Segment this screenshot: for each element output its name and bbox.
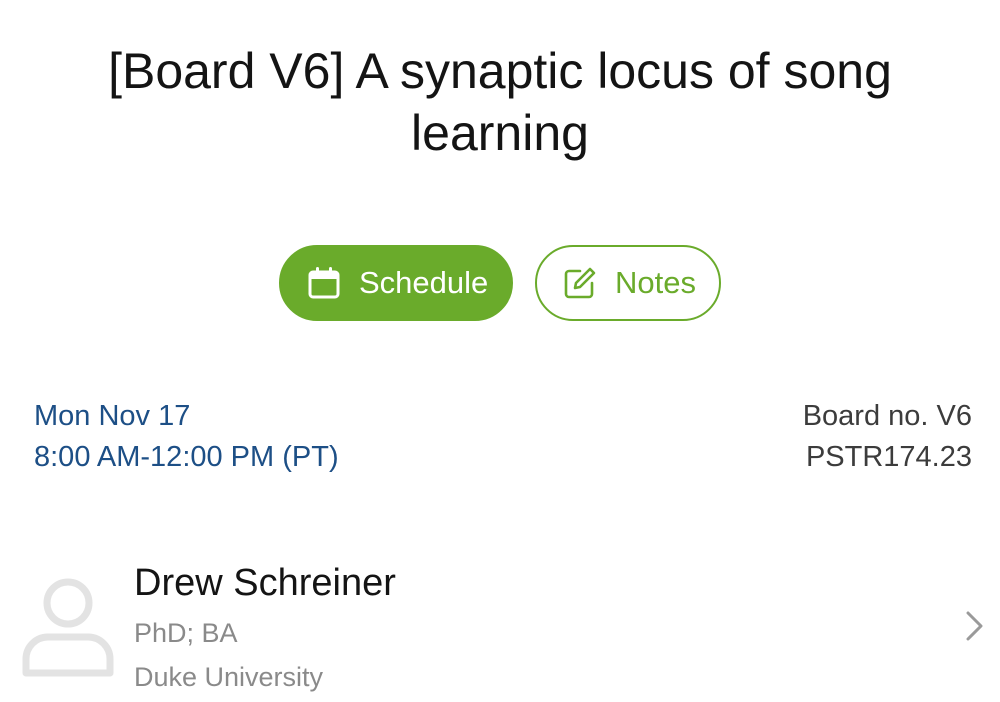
user-avatar-icon — [20, 573, 116, 679]
schedule-button[interactable]: Schedule — [279, 245, 513, 321]
session-board-info: Board no. V6 PSTR174.23 — [803, 396, 972, 478]
session-datetime: Mon Nov 17 8:00 AM-12:00 PM (PT) — [34, 396, 339, 478]
action-buttons: Schedule Notes — [0, 245, 1000, 321]
board-number: Board no. V6 — [802, 400, 972, 432]
chevron-right-icon — [964, 609, 986, 643]
session-date: Mon Nov 17 — [34, 400, 191, 432]
author-list-item[interactable]: Drew Schreiner PhD; BA Duke University — [0, 555, 1000, 702]
author-organization: Duke University — [134, 662, 324, 692]
schedule-label: Schedule — [359, 265, 489, 300]
notes-label: Notes — [615, 265, 696, 300]
calendar-icon — [307, 266, 341, 300]
page-title: [Board V6] A synaptic locus of song lear… — [108, 43, 892, 161]
edit-note-icon — [563, 266, 597, 300]
session-time: 8:00 AM-12:00 PM (PT) — [34, 441, 339, 473]
author-name: Drew Schreiner — [134, 562, 396, 604]
author-degree: PhD; BA — [134, 618, 238, 648]
presentation-code: PSTR174.23 — [805, 441, 972, 473]
notes-button[interactable]: Notes — [535, 245, 721, 321]
